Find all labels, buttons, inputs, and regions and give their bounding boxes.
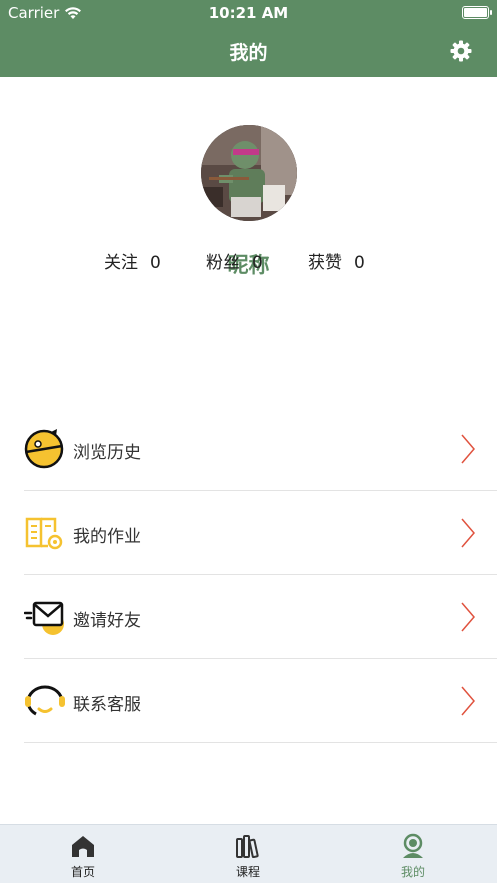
gear-icon[interactable] [449, 39, 473, 63]
invite-mail-icon [24, 601, 64, 635]
menu-item-homework[interactable]: 我的作业 [24, 491, 497, 575]
tab-label: 课程 [235, 865, 260, 879]
stats-row: 关注 0 粉丝 0 获赞 0 [0, 248, 497, 273]
stat-value: 0 [150, 253, 161, 273]
tab-bar: 首页 课程 我的 [0, 824, 497, 883]
homework-icon [25, 517, 63, 550]
chevron-right-icon [461, 434, 475, 464]
menu-item-invite[interactable]: 邀请好友 [24, 575, 497, 659]
tab-profile[interactable]: 我的 [373, 833, 453, 880]
stat-fans[interactable]: 粉丝 0 [206, 248, 263, 273]
menu-item-label: 联系客服 [73, 695, 141, 715]
stat-label: 关注 [104, 253, 138, 273]
tab-home[interactable]: 首页 [43, 833, 123, 880]
battery-icon [462, 6, 492, 19]
tab-label: 我的 [400, 865, 425, 879]
status-bar: Carrier 10:21 AM [0, 0, 497, 26]
home-icon [72, 836, 94, 857]
stat-following[interactable]: 关注 0 [104, 248, 161, 273]
chevron-right-icon [461, 686, 475, 716]
stat-label: 获赞 [308, 253, 342, 273]
stat-value: 0 [252, 253, 263, 273]
page-title: 我的 [229, 42, 268, 64]
clock: 10:21 AM [208, 4, 289, 22]
menu-item-label: 邀请好友 [73, 611, 141, 631]
stat-likes[interactable]: 获赞 0 [308, 248, 365, 273]
menu-item-label: 浏览历史 [73, 443, 141, 463]
profile-icon [403, 833, 423, 858]
chevron-right-icon [461, 518, 475, 548]
stat-label: 粉丝 [206, 253, 240, 273]
menu-item-history[interactable]: 浏览历史 [24, 407, 497, 491]
headset-icon [25, 685, 65, 716]
history-icon [24, 429, 64, 469]
menu-item-customer-service[interactable]: 联系客服 [24, 659, 497, 743]
avatar[interactable] [201, 125, 297, 221]
menu-list: 浏览历史 我的作业 邀请好友 联系客服 [24, 407, 497, 743]
tab-courses[interactable]: 课程 [208, 833, 288, 880]
chevron-right-icon [461, 602, 475, 632]
books-icon [236, 835, 259, 859]
stat-value: 0 [354, 253, 365, 273]
tab-label: 首页 [70, 865, 95, 879]
avatar-image [201, 125, 297, 221]
menu-item-label: 我的作业 [73, 527, 141, 547]
nav-bar: 我的 [0, 26, 497, 77]
